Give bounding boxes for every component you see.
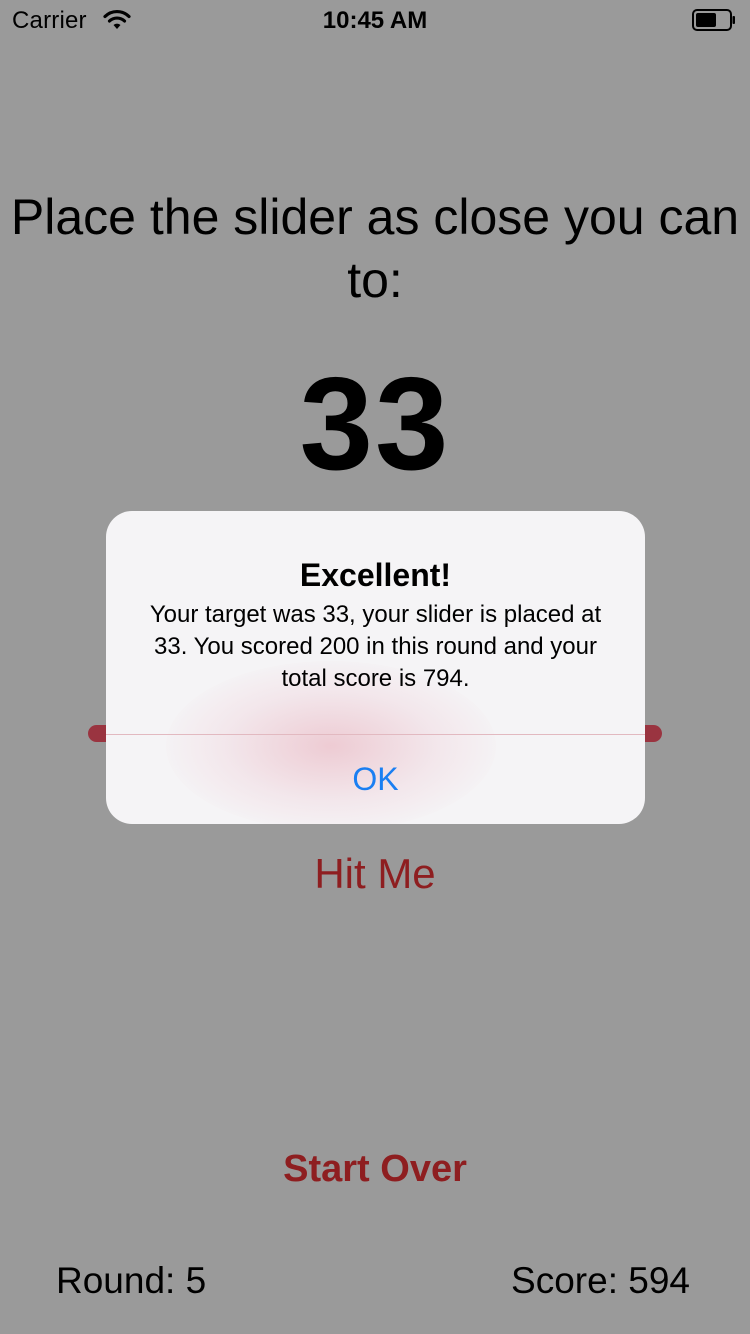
- round-label: Round: 5: [56, 1260, 207, 1301]
- score-label: Score: 594: [511, 1260, 690, 1301]
- alert-ok-button[interactable]: OK: [106, 735, 645, 824]
- target-value: 33: [299, 350, 451, 497]
- battery-icon: [692, 9, 735, 31]
- status-bar: Carrier 10:45 AM: [0, 0, 750, 40]
- status-time: 10:45 AM: [322, 7, 428, 34]
- hit-me-button[interactable]: Hit Me: [0, 848, 750, 900]
- instruction-label: Place the slider as close you can to:: [10, 189, 740, 308]
- result-alert: Excellent! Your target was 33, your slid…: [106, 511, 645, 824]
- start-over-button[interactable]: Start Over: [0, 1143, 750, 1195]
- alert-title: Excellent!: [299, 557, 452, 593]
- alert-message: Your target was 33, your slider is place…: [149, 601, 602, 692]
